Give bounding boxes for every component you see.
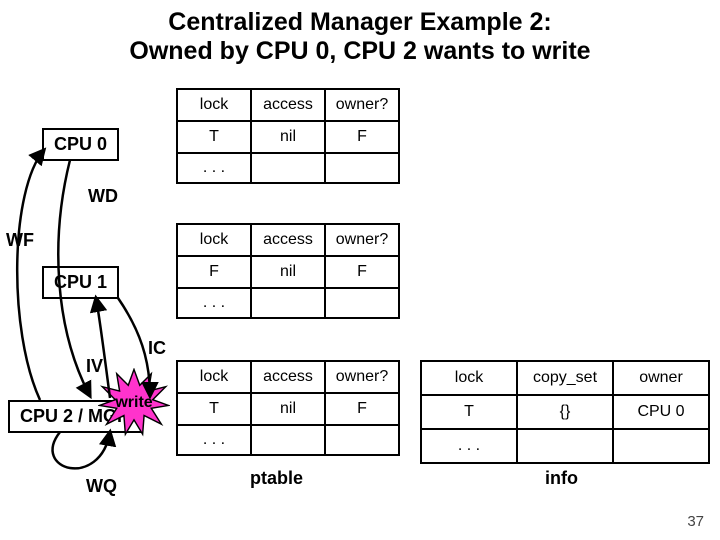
info-hdr-lock: lock [421,361,517,395]
ptable-hdr-access: access [251,89,325,121]
page-number: 37 [687,513,704,530]
title-line-1: Centralized Manager Example 2: [168,8,551,36]
title-line-2: Owned by CPU 0, CPU 2 wants to write [129,37,590,65]
info-lock: T [421,395,517,429]
caption-ptable: ptable [250,468,303,489]
info-hdr-copy: copy_set [517,361,613,395]
ptable-cpu0-owner: F [325,121,399,153]
info-cont: . . . [421,429,517,463]
ptable-cpu2: lock access owner? T nil F . . . [176,360,400,456]
info-hdr-owner: owner [613,361,709,395]
annot-wf: WF [6,230,34,251]
ptable-cpu2-access: nil [251,393,325,425]
cpu0-box: CPU 0 [42,128,119,161]
ptable-cpu0-access: nil [251,121,325,153]
ptable-cpu0-cont: . . . [177,153,251,183]
ptable-cpu1: lock access owner? F nil F . . . [176,223,400,319]
ptable-cpu2-cont: . . . [177,425,251,455]
ptable-cpu2-owner: F [325,393,399,425]
arrow-wf [17,150,44,400]
ptable-cpu1-cont: . . . [177,288,251,318]
ptable-cpu0: lock access owner? T nil F . . . [176,88,400,184]
ptable-cpu2-lock: T [177,393,251,425]
ptable-hdr-owner: owner? [325,89,399,121]
info-table: lock copy_set owner T {} CPU 0 . . . [420,360,710,464]
info-owner: CPU 0 [613,395,709,429]
write-label: write [98,394,170,412]
info-copy: {} [517,395,613,429]
ptable-cpu1-lock: F [177,256,251,288]
caption-info: info [545,468,578,489]
ptable-cpu1-owner: F [325,256,399,288]
cpu1-box: CPU 1 [42,266,119,299]
ptable-cpu0-lock: T [177,121,251,153]
ptable-cpu1-access: nil [251,256,325,288]
slide-title: Centralized Manager Example 2: Owned by … [0,8,720,66]
annot-wq: WQ [86,476,117,497]
annot-wd: WD [88,186,118,207]
ptable-hdr-lock: lock [177,89,251,121]
annot-ic: IC [148,338,166,359]
